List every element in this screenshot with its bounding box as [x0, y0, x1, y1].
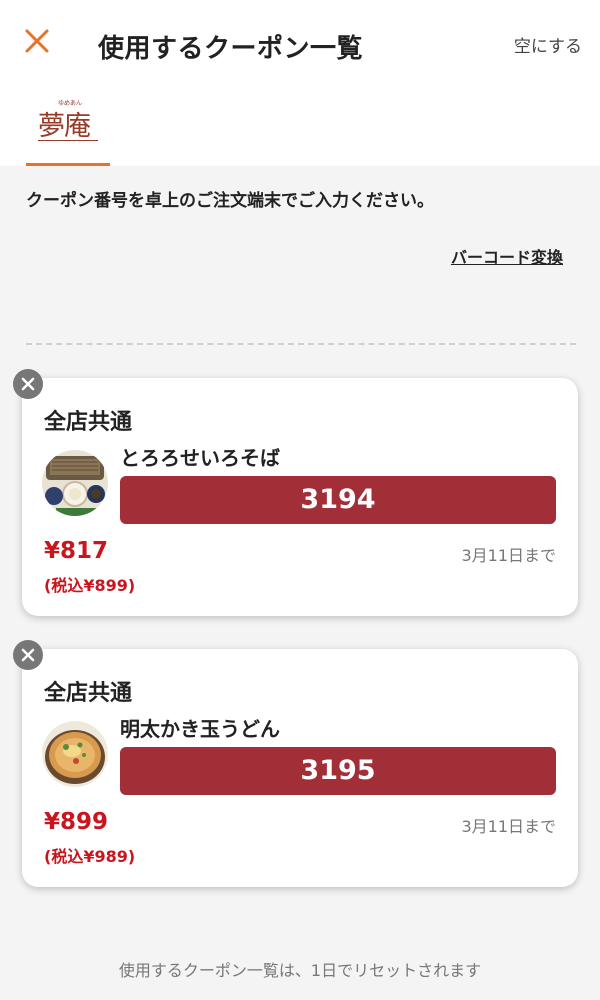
reset-note: 使用するクーポン一覧は、1日でリセットされます	[118, 961, 482, 980]
logo-subtext: ゆめあん	[58, 100, 83, 107]
logo-underline	[38, 140, 98, 141]
coupon-price-tax: (税込¥899)	[44, 576, 136, 595]
coupon-item-name: 明太かき玉うどん	[120, 717, 280, 741]
coupon-price-tax: (税込¥989)	[44, 847, 136, 866]
yumean-logo: ゆめあん 夢庵	[38, 100, 98, 143]
clear-button[interactable]: 空にする	[514, 32, 582, 57]
coupon-price: ¥817	[44, 538, 109, 564]
instruction-text: クーポン番号を卓上のご注文端末でご入力ください。	[26, 191, 434, 211]
close-icon[interactable]	[22, 26, 52, 56]
coupon-code[interactable]: 3195	[120, 747, 556, 795]
header-bar: 使用するクーポン一覧 空にする	[0, 0, 600, 88]
coupon-price: ¥899	[44, 809, 109, 835]
coupon-item-name: とろろせいろそば	[120, 446, 280, 470]
remove-coupon-icon[interactable]	[13, 369, 43, 399]
barcode-convert-link[interactable]: バーコード変換	[451, 244, 563, 268]
udon-bowl-image	[42, 721, 108, 787]
coupon-expiry: 3月11日まで	[461, 817, 556, 836]
page-title: 使用するクーポン一覧	[98, 34, 364, 64]
soba-dish-image	[42, 450, 108, 516]
tab-yumean[interactable]: ゆめあん 夢庵	[26, 88, 110, 166]
coupon-card: 全店共通 とろろせいろそば 3194 ¥817 (税込¥899) 3月11日まで	[22, 378, 578, 616]
coupon-card: 全店共通 明太かき玉うどん 3195 ¥899 (税込¥989) 3月11日まで	[22, 649, 578, 887]
coupon-expiry: 3月11日まで	[461, 546, 556, 565]
store-tabs: ゆめあん 夢庵	[0, 88, 600, 166]
coupon-store-label: 全店共通	[44, 410, 133, 435]
logo-text: 夢庵	[38, 111, 91, 142]
divider	[26, 343, 576, 345]
remove-coupon-icon[interactable]	[13, 640, 43, 670]
coupon-store-label: 全店共通	[44, 681, 133, 706]
coupon-code[interactable]: 3194	[120, 476, 556, 524]
